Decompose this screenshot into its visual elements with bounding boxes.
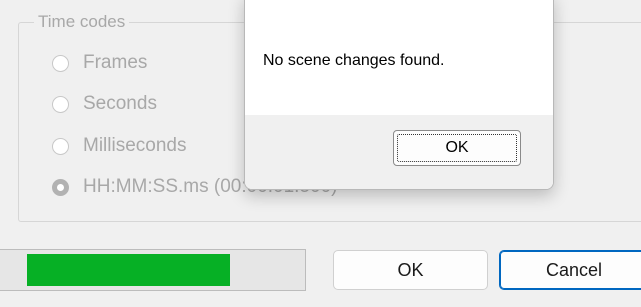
radio-label: Milliseconds xyxy=(83,135,187,156)
radio-option-frames[interactable]: Frames xyxy=(52,52,147,74)
radio-button[interactable] xyxy=(52,137,69,155)
radio-label: Frames xyxy=(83,52,148,73)
scene-detection-dialog: Time codes Frames Seconds Milliseconds H… xyxy=(0,0,641,307)
radio-button-selected[interactable] xyxy=(52,178,69,196)
progress-bar xyxy=(0,249,306,291)
cancel-button[interactable]: Cancel xyxy=(499,250,641,290)
message-text: No scene changes found. xyxy=(263,52,445,69)
message-ok-label: OK xyxy=(445,139,469,156)
message-box: No scene changes found. OK xyxy=(244,0,554,190)
ok-button[interactable]: OK xyxy=(333,250,488,290)
message-ok-button[interactable]: OK xyxy=(393,130,521,166)
radio-option-seconds[interactable]: Seconds xyxy=(52,93,157,115)
progress-bar-fill xyxy=(27,254,230,286)
radio-button[interactable] xyxy=(52,95,69,113)
time-codes-group-title: Time codes xyxy=(34,12,130,32)
message-box-footer: OK xyxy=(245,115,553,189)
radio-button[interactable] xyxy=(52,54,69,72)
radio-label: Seconds xyxy=(83,93,157,114)
radio-option-milliseconds[interactable]: Milliseconds xyxy=(52,135,186,157)
